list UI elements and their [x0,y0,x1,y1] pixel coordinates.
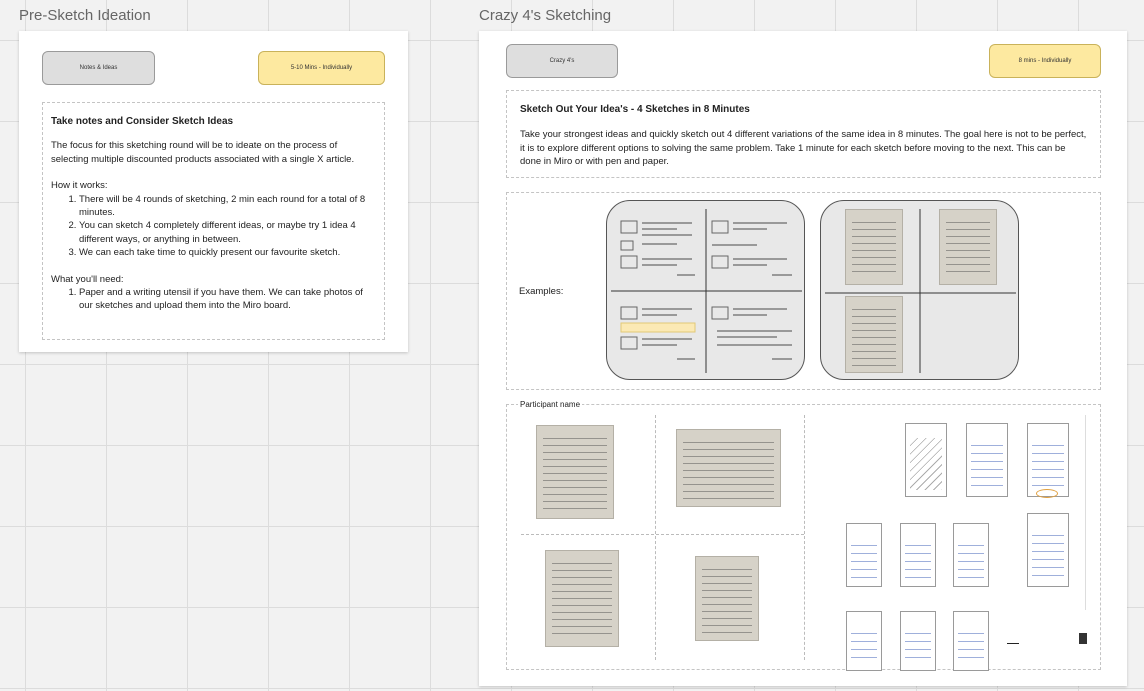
flow-sketch[interactable] [900,611,936,671]
need-list: Paper and a writing utensil if you have … [51,286,376,313]
example-wireframe-1 [606,200,805,380]
divider [804,415,805,660]
sticky-notes-ideas[interactable]: Notes & Ideas [42,51,155,85]
sticky-time-individually[interactable]: 5-10 Mins - Individually [258,51,385,85]
examples-card[interactable]: Examples: [506,192,1101,390]
sketch-photo[interactable] [695,556,759,641]
frame-title-crazy-4s[interactable]: Crazy 4's Sketching [479,7,611,24]
flow-sketch[interactable] [953,611,989,671]
participant-card[interactable]: Participant name [506,400,1101,671]
divider [521,534,804,535]
list-item: You can sketch 4 completely different id… [79,219,376,246]
wireframe-sketch [611,209,802,373]
flow-sketch[interactable] [953,523,989,587]
dash-mark [1007,643,1019,644]
frame-title-pre-sketch[interactable]: Pre-Sketch Ideation [19,7,151,24]
sticky-8-mins[interactable]: 8 mins - Individually [989,44,1101,78]
list-item: We can each take time to quickly present… [79,246,376,259]
example-photo [939,209,997,285]
list-item: There will be 4 rounds of sketching, 2 m… [79,193,376,220]
divider [655,415,656,660]
notes-card[interactable]: Take notes and Consider Sketch Ideas The… [42,102,385,340]
example-photos-2 [820,200,1019,380]
notes-title: Take notes and Consider Sketch Ideas [51,116,234,127]
pre-sketch-frame[interactable]: Notes & Ideas 5-10 Mins - Individually T… [19,31,408,352]
example-photo [845,296,903,373]
need-heading: What you'll need: [51,273,124,285]
sketch-photo[interactable] [676,429,781,507]
scroll-track [1085,415,1086,610]
flow-sketch[interactable] [900,523,936,587]
examples-label: Examples: [519,286,564,297]
crazy-4s-frame[interactable]: Crazy 4's 8 mins - Individually Sketch O… [479,31,1127,686]
flow-sketch[interactable] [1027,423,1069,497]
notes-intro: The focus for this sketching round will … [51,140,355,165]
instructions-body: Take your strongest ideas and quickly sk… [520,129,1087,168]
flow-sketch[interactable] [846,523,882,587]
list-item: Paper and a writing utensil if you have … [79,286,376,313]
flow-sketch[interactable] [1027,513,1069,587]
sketch-photo[interactable] [545,550,619,647]
flow-sketch[interactable] [966,423,1008,497]
highlight-circle [1036,489,1058,498]
instructions-card[interactable]: Sketch Out Your Idea's - 4 Sketches in 8… [506,90,1101,178]
flow-sketch[interactable] [846,611,882,671]
marker-icon [1079,633,1087,644]
how-heading: How it works: [51,180,108,192]
participant-name-label[interactable]: Participant name [518,400,583,409]
example-photo [845,209,903,285]
how-list: There will be 4 rounds of sketching, 2 m… [51,193,376,260]
flow-sketch[interactable] [905,423,947,497]
sticky-crazy-4s[interactable]: Crazy 4's [506,44,618,78]
instructions-heading: Sketch Out Your Idea's - 4 Sketches in 8… [520,104,750,115]
sketch-photo[interactable] [536,425,614,519]
